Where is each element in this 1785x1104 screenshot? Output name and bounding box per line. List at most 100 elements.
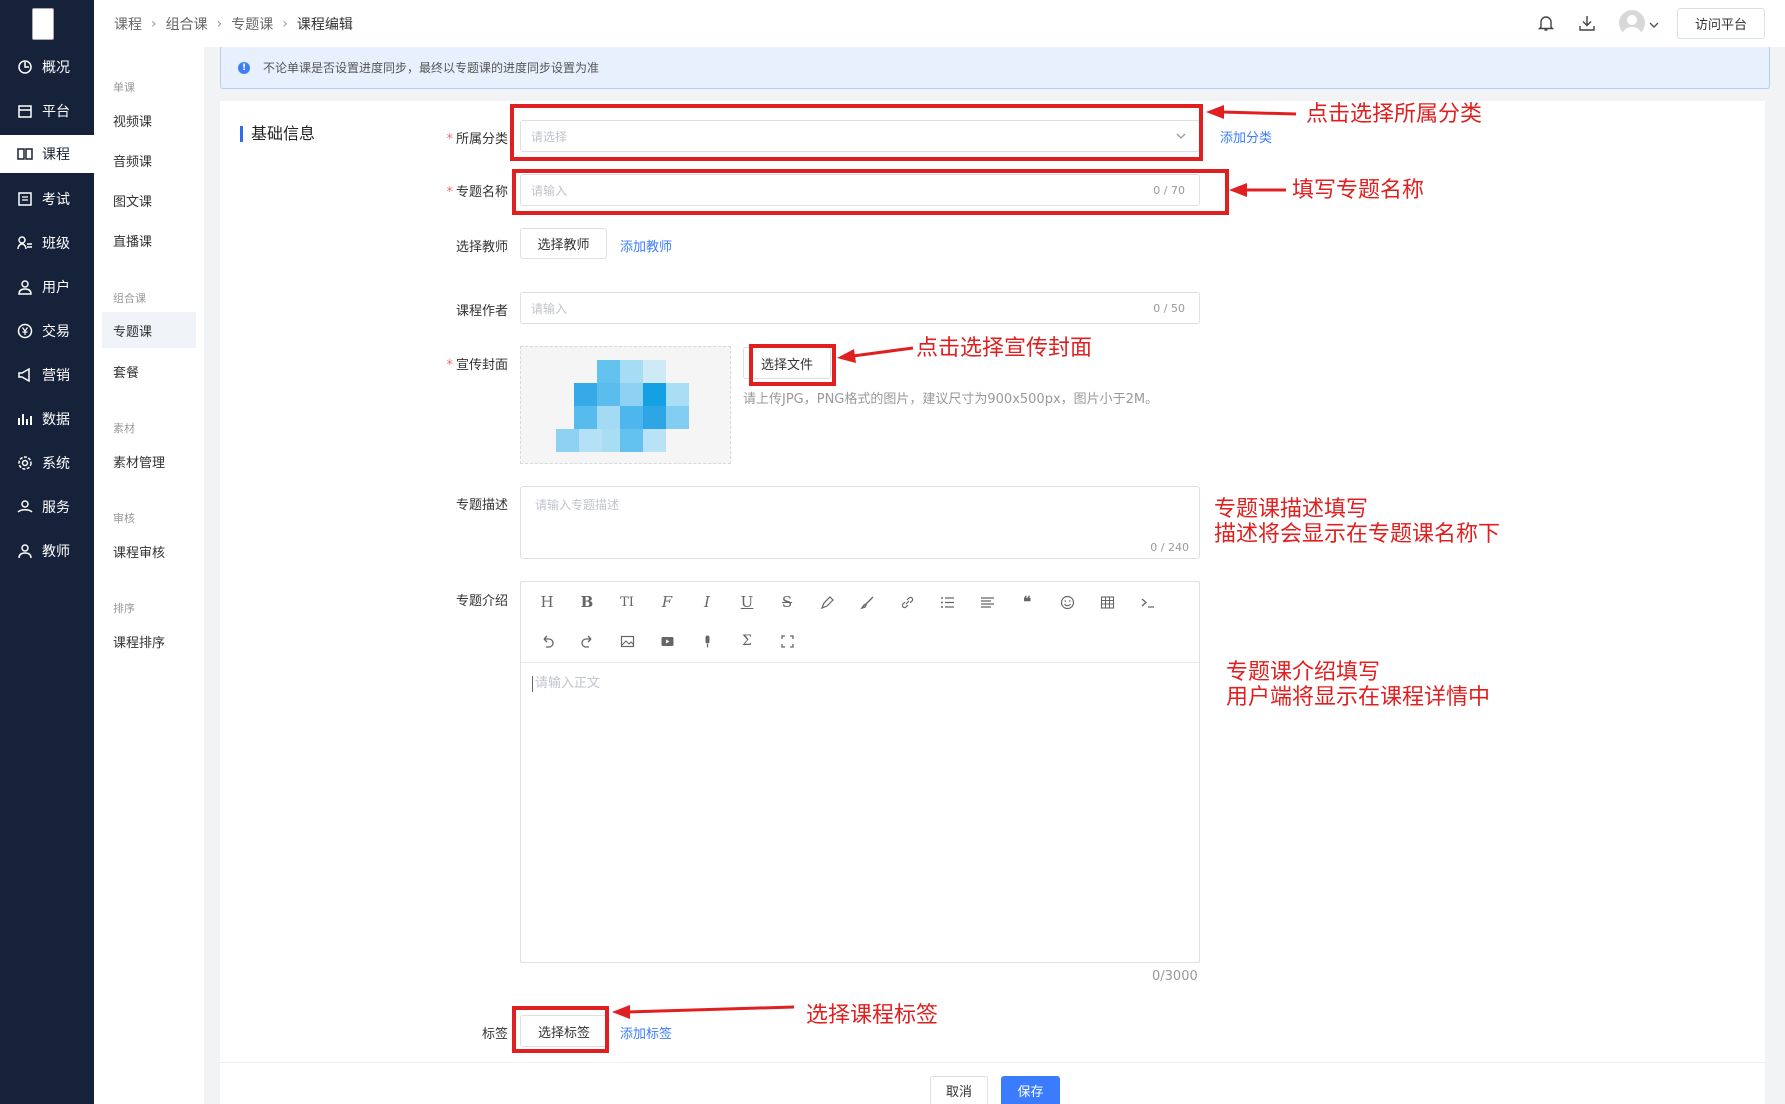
avatar[interactable] [1619, 10, 1645, 36]
link-icon[interactable] [896, 591, 918, 613]
nav-item-user[interactable]: 用户 [0, 268, 94, 306]
category-label: * 所属分类 [446, 132, 508, 147]
nav-label: 概况 [42, 60, 70, 76]
nav-item-overview[interactable]: 概况 [0, 48, 94, 86]
main-nav: 概况 平台 课程 考试 班级 用户 交易 营销 数据 系统 服务 教师 [0, 0, 94, 1104]
book-icon [17, 146, 33, 162]
nav-item-class[interactable]: 班级 [0, 224, 94, 262]
brush-icon[interactable] [856, 591, 878, 613]
code-icon[interactable] [1136, 591, 1158, 613]
font-size-button[interactable]: TI [616, 591, 638, 613]
underline-button[interactable]: U [736, 591, 758, 613]
breadcrumb-separator: › [282, 16, 288, 32]
table-icon[interactable] [1096, 591, 1118, 613]
cover-hint: 请上传JPG，PNG格式的图片，建议尺寸为900x500px，图片小于2M。 [743, 392, 1159, 407]
nav-label: 考试 [42, 192, 70, 208]
author-input[interactable]: 请输入 0 / 50 [520, 292, 1200, 324]
author-placeholder: 请输入 [531, 301, 568, 316]
submenu-item-article[interactable]: 图文课 [102, 182, 196, 218]
nav-item-system[interactable]: 系统 [0, 444, 94, 482]
submenu-item-video[interactable]: 视频课 [102, 102, 196, 138]
submenu-item-materials[interactable]: 素材管理 [102, 443, 196, 479]
font-family-button[interactable]: F [656, 591, 678, 613]
chevron-down-icon[interactable] [1648, 16, 1660, 28]
image-icon[interactable] [616, 630, 638, 652]
sigma-icon[interactable]: Σ [736, 630, 758, 652]
required-mark: * [446, 132, 453, 147]
app-logo[interactable] [32, 8, 54, 40]
nav-label: 服务 [42, 500, 70, 516]
user-icon [17, 279, 33, 295]
mic-icon[interactable] [696, 630, 718, 652]
nav-item-exam[interactable]: 考试 [0, 180, 94, 218]
strikethrough-button[interactable]: S [776, 591, 798, 613]
breadcrumb-item[interactable]: 专题课 [231, 14, 273, 34]
notice-banner: ! 不论单课是否设置进度同步，最终以专题课的进度同步设置为准 [220, 47, 1770, 89]
video-icon[interactable] [656, 630, 678, 652]
nav-item-trade[interactable]: 交易 [0, 312, 94, 350]
bell-icon[interactable] [1537, 14, 1555, 32]
nav-label: 数据 [42, 412, 70, 428]
select-teacher-button[interactable]: 选择教师 [520, 228, 607, 259]
submenu-item-package[interactable]: 套餐 [102, 353, 196, 389]
annotation-intro-1: 专题课介绍填写 [1226, 660, 1381, 685]
add-category-link[interactable]: 添加分类 [1220, 127, 1272, 146]
submenu-group-title: 素材 [113, 422, 135, 435]
nav-item-teacher[interactable]: 教师 [0, 532, 94, 570]
nav-item-data[interactable]: 数据 [0, 400, 94, 438]
quote-icon[interactable]: ❝ [1016, 591, 1038, 613]
tags-label: 标签 [481, 1027, 508, 1042]
heading-button[interactable]: H [536, 591, 558, 613]
editor-toolbar-row: H B TI F I U S ❝ [521, 582, 1201, 622]
breadcrumb-item[interactable]: 课程 [114, 14, 142, 34]
annotation-name: 填写专题名称 [1292, 178, 1425, 203]
emoji-icon[interactable] [1056, 591, 1078, 613]
italic-button[interactable]: I [696, 591, 718, 613]
undo-icon[interactable] [536, 630, 558, 652]
char-counter: 0 / 50 [1153, 301, 1185, 315]
author-label: 课程作者 [455, 304, 508, 319]
nav-label: 平台 [42, 104, 70, 120]
submenu-item-sort[interactable]: 课程排序 [102, 623, 196, 659]
description-textarea[interactable]: 请输入专题描述 0 / 240 [520, 486, 1200, 559]
description-label: 专题描述 [455, 498, 508, 513]
intro-label: 专题介绍 [455, 594, 508, 609]
annotation-description-1: 专题课描述填写 [1214, 497, 1369, 522]
annotation-tags: 选择课程标签 [806, 1003, 939, 1028]
store-icon [17, 103, 33, 119]
nav-label: 系统 [42, 456, 70, 472]
list-icon[interactable] [936, 591, 958, 613]
teacher-label: 选择教师 [455, 240, 508, 255]
save-button[interactable]: 保存 [1001, 1076, 1060, 1104]
annotation-category: 点击选择所属分类 [1306, 102, 1483, 127]
cancel-button[interactable]: 取消 [930, 1076, 988, 1104]
submenu-item-audio[interactable]: 音频课 [102, 142, 196, 178]
class-icon [17, 235, 33, 251]
cover-preview[interactable] [520, 346, 731, 464]
required-mark: * [446, 185, 453, 200]
nav-item-marketing[interactable]: 营销 [0, 356, 94, 394]
submenu-group-title: 单课 [113, 81, 135, 94]
breadcrumb-item[interactable]: 组合课 [166, 14, 208, 34]
add-teacher-link[interactable]: 添加教师 [620, 236, 672, 255]
annotation-box-category [510, 104, 1203, 161]
nav-label: 交易 [42, 324, 70, 340]
align-icon[interactable] [976, 591, 998, 613]
cover-label: * 宣传封面 [446, 358, 508, 373]
rich-text-editor[interactable]: H B TI F I U S ❝ Σ 请输入正文 [520, 581, 1200, 963]
service-icon [17, 499, 33, 515]
nav-item-course[interactable]: 课程 [0, 135, 94, 173]
fullscreen-icon[interactable] [776, 630, 798, 652]
editor-char-counter: 0/3000 [1152, 969, 1198, 984]
nav-item-service[interactable]: 服务 [0, 488, 94, 526]
download-icon[interactable] [1578, 14, 1596, 32]
submenu-item-topic[interactable]: 专题课 [102, 312, 196, 348]
submenu-item-live[interactable]: 直播课 [102, 222, 196, 258]
bold-button[interactable]: B [576, 591, 598, 613]
add-tag-link[interactable]: 添加标签 [620, 1023, 672, 1042]
pen-icon[interactable] [816, 591, 838, 613]
nav-item-platform[interactable]: 平台 [0, 92, 94, 130]
visit-platform-button[interactable]: 访问平台 [1677, 8, 1765, 39]
redo-icon[interactable] [576, 630, 598, 652]
submenu-item-review[interactable]: 课程审核 [102, 533, 196, 569]
